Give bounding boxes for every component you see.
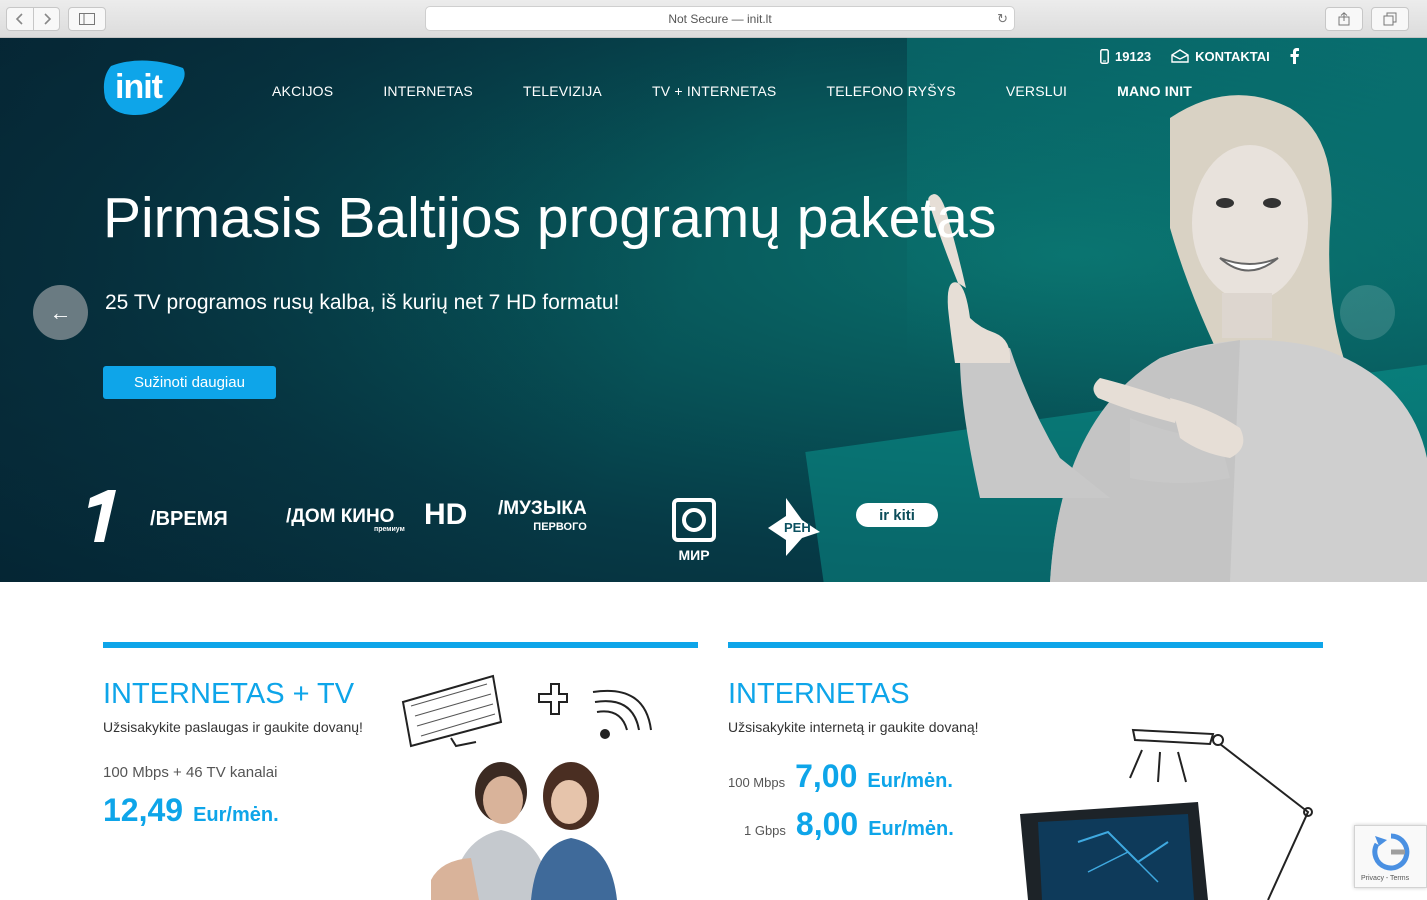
phone-number: 19123	[1115, 48, 1152, 64]
couple-photo	[431, 762, 617, 900]
recaptcha-links[interactable]: Privacy - Terms	[1361, 875, 1409, 882]
hero-title: Pirmasis Baltijos programų paketas	[103, 186, 997, 250]
card-spec: 100 Mbps + 46 TV kanalai	[103, 764, 278, 781]
channel-muzyka-label: МУЗЫКА	[503, 498, 587, 519]
nav-akcijos[interactable]: AKCIJOS	[272, 83, 333, 99]
hero-banner: init 19123 KONTAKTAI AKCIJOS INTERNETAS …	[0, 38, 1427, 582]
nav-tv-internetas[interactable]: TV + INTERNETAS	[652, 83, 776, 99]
plan-speed: 1 Gbps	[744, 823, 786, 838]
sidebar-button[interactable]	[68, 7, 106, 31]
arrow-left-icon: ←	[49, 299, 72, 325]
channel-ntv-sub: МИР	[678, 547, 710, 563]
tablet-lamp-illustration	[1020, 728, 1313, 900]
phone-link[interactable]: 19123	[1100, 49, 1151, 64]
browser-toolbar: Not Secure — init.lt ↻	[0, 0, 1427, 38]
channel-vremya: /ВРЕМЯ	[150, 508, 228, 531]
card-title: INTERNETAS + TV	[103, 678, 355, 710]
nav-televizija[interactable]: TELEVIZIJA	[523, 83, 602, 99]
card-accent-bar	[728, 642, 1323, 648]
contacts-label: KONTAKTAI	[1195, 48, 1270, 64]
channel-vremya-label: ВРЕМЯ	[155, 508, 228, 530]
chevron-right-icon	[43, 13, 51, 25]
plan-speed: 100 Mbps	[728, 775, 786, 790]
card-internet[interactable]: INTERNETAS Užsisakykite internetą ir gau…	[728, 642, 1323, 900]
init-logo[interactable]: init	[103, 58, 189, 116]
plan-row: 100 Mbps 7,00 Eur/mėn.	[728, 758, 953, 795]
contacts-link[interactable]: KONTAKTAI	[1171, 49, 1270, 64]
card-accent-bar	[103, 642, 698, 648]
channel-domkino-hd: HD	[424, 498, 468, 531]
top-contacts: 19123 KONTAKTAI	[1100, 48, 1309, 64]
channel-ntv-mir: МИР	[666, 498, 722, 563]
tabs-icon	[1383, 12, 1397, 26]
nav-internetas[interactable]: INTERNETAS	[383, 83, 473, 99]
history-buttons	[6, 7, 60, 31]
card-subtitle: Užsisakykite paslaugas ir gaukite dovanų…	[103, 719, 363, 735]
channel-one-logo-icon	[88, 490, 116, 542]
channel-ren: РЕН	[766, 498, 822, 556]
tabs-button[interactable]	[1371, 7, 1409, 31]
hero-subtitle: 25 TV programos rusų kalba, iš kurių net…	[105, 291, 620, 314]
learn-more-button[interactable]: Sužinoti daugiau	[103, 366, 276, 399]
price-unit: Eur/mėn.	[193, 804, 279, 826]
back-button[interactable]	[7, 8, 33, 30]
plus-icon	[538, 683, 568, 715]
share-button[interactable]	[1325, 7, 1363, 31]
card-subtitle: Užsisakykite internetą ir gaukite dovaną…	[728, 719, 979, 735]
channel-domkino-label: ДОМ КИНО	[291, 506, 395, 527]
facebook-icon	[1290, 48, 1299, 64]
plan-unit: Eur/mėn.	[868, 818, 954, 840]
reload-icon[interactable]: ↻	[997, 11, 1008, 27]
card-internet-tv[interactable]: INTERNETAS + TV Užsisakykite paslaugas i…	[103, 642, 698, 900]
logo-text: init	[115, 68, 163, 106]
channel-ren-label: РЕН	[784, 520, 811, 535]
tv-illustration	[401, 674, 652, 748]
carousel-next-button[interactable]	[1340, 285, 1395, 340]
plan-row: 1 Gbps 8,00 Eur/mėn.	[744, 806, 954, 843]
price-value: 12,49	[103, 792, 184, 828]
address-text: Not Secure — init.lt	[668, 11, 772, 26]
channel-muzyka-sub: ПЕРВОГО	[533, 521, 587, 533]
forward-button[interactable]	[33, 8, 59, 30]
ntv-logo-icon	[672, 498, 716, 542]
card-title: INTERNETAS	[728, 678, 910, 710]
phone-icon	[1100, 48, 1109, 64]
channel-muzyka: /МУЗЫКА ПЕРВОГО	[498, 498, 587, 536]
sidebar-icon	[79, 13, 95, 25]
tv-icon	[401, 674, 503, 748]
other-channels-pill[interactable]: ir kiti	[856, 503, 938, 527]
wifi-icon	[592, 689, 652, 739]
channel-domkino: /ДОМ КИНО	[286, 506, 394, 528]
facebook-link[interactable]	[1290, 48, 1299, 64]
plan-unit: Eur/mėn.	[867, 770, 953, 792]
address-bar[interactable]: Not Secure — init.lt ↻	[425, 6, 1015, 31]
share-icon	[1338, 12, 1350, 26]
envelope-icon	[1171, 49, 1189, 63]
carousel-prev-button[interactable]: ←	[33, 285, 88, 340]
channel-domkino-premium: премиум	[374, 526, 405, 533]
recaptcha-badge[interactable]: Privacy - Terms	[1354, 825, 1427, 888]
plan-price: 7,00	[795, 758, 858, 794]
recaptcha-icon	[1372, 833, 1410, 871]
plan-price: 8,00	[795, 806, 859, 842]
price-row: 12,49 Eur/mėn.	[103, 792, 279, 829]
tablet-icon	[1020, 802, 1208, 900]
chevron-left-icon	[15, 13, 23, 25]
